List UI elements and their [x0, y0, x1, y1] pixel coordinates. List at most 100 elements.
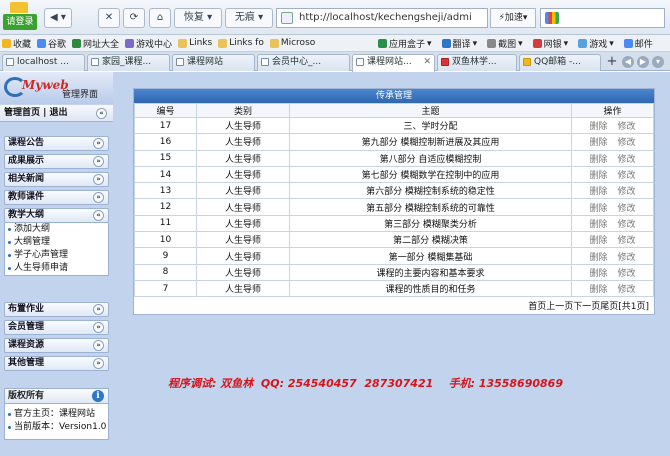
menu-courseware[interactable]: 教师课件 » — [4, 190, 109, 205]
cell-topic: 第五部分 模糊控制系统的可靠性 — [289, 198, 572, 216]
edit-link[interactable]: 修改 — [618, 122, 636, 132]
browser-toolbar: 请登录 ◀ ▾ ✕ ⟳ ⌂ 恢复 ▾ 无痕 ▾ http://localhost… — [0, 0, 670, 35]
edit-link[interactable]: 修改 — [618, 204, 636, 214]
cell-actions: 删除 修改 — [571, 247, 654, 265]
chevron-down-icon: » — [93, 358, 104, 369]
sidebar: Myweb 管理界面 管理首页 | 退出 « 课程公告 » 成果展示 » 相关新闻 »… — [0, 72, 113, 456]
tab-member-center[interactable]: 会员中心_... — [257, 54, 350, 71]
edit-link[interactable]: 修改 — [618, 285, 636, 295]
edit-link[interactable]: 修改 — [618, 220, 636, 230]
bookmark-favorites[interactable]: 收藏 — [2, 37, 31, 50]
menu-label: 相关新闻 — [8, 174, 45, 184]
scroll-tabs-right-icon[interactable]: ▶ — [637, 56, 649, 68]
delete-link[interactable]: 删除 — [589, 187, 607, 197]
chevron-down-icon: » — [93, 192, 104, 203]
restore-button[interactable]: 恢复 ▾ — [174, 8, 222, 28]
menu-resources[interactable]: 课程资源 » — [4, 338, 109, 353]
pagination[interactable]: 首页上一页下一页尾页[共1页] — [133, 299, 655, 315]
tab-localhost[interactable]: localhost ... — [2, 54, 85, 71]
cell-category: 人生导师 — [196, 182, 290, 200]
search-input[interactable] — [540, 8, 665, 28]
back-button[interactable]: ◀ ▾ — [44, 8, 72, 28]
cell-actions: 删除 修改 — [571, 279, 654, 298]
bookmark-links-fo[interactable]: Links fo — [218, 38, 264, 48]
edit-link[interactable]: 修改 — [618, 155, 636, 165]
delete-link[interactable]: 删除 — [589, 138, 607, 148]
scroll-tabs-left-icon[interactable]: ◀ — [622, 56, 634, 68]
screenshot-button[interactable]: 截图 ▾ — [487, 37, 523, 50]
bookmark-links[interactable]: Links — [178, 38, 212, 48]
collapse-sidebar-icon[interactable]: « — [96, 108, 107, 119]
close-tab-icon[interactable]: ✕ — [423, 55, 431, 70]
menu-achievements[interactable]: 成果展示 » — [4, 154, 109, 169]
edit-link[interactable]: 修改 — [618, 138, 636, 148]
bookmark-label: Links fo — [229, 38, 264, 48]
bookmark-games[interactable]: 游戏中心 — [125, 37, 172, 50]
official-site-link[interactable]: 官方主页：课程网站 — [5, 408, 108, 421]
menu-syllabus[interactable]: 教学大纲 « — [4, 208, 109, 223]
edit-link[interactable]: 修改 — [618, 236, 636, 246]
delete-link[interactable]: 删除 — [589, 236, 607, 246]
edit-link[interactable]: 修改 — [618, 171, 636, 181]
edit-link[interactable]: 修改 — [618, 269, 636, 279]
menu-members[interactable]: 会员管理 » — [4, 320, 109, 335]
tab-home[interactable]: 家园_课程... — [87, 54, 170, 71]
toolbar-label: 游戏 — [589, 40, 608, 50]
menu-assignments[interactable]: 布置作业 » — [4, 302, 109, 317]
address-bar[interactable]: http://localhost/kechengsheji/admi — [276, 8, 488, 28]
column-header-id: 编号 — [134, 103, 197, 118]
apps-icon — [378, 39, 387, 48]
new-tab-icon[interactable]: + — [606, 55, 618, 68]
table-row: 8 人生导师 课程的主要内容和基本要求 删除 修改 — [134, 263, 654, 281]
app-box-button[interactable]: 应用盒子 ▾ — [378, 37, 432, 50]
bookmark-sites[interactable]: 网址大全 — [72, 37, 119, 50]
page-icon — [441, 58, 449, 66]
delete-link[interactable]: 删除 — [589, 155, 607, 165]
menu-other[interactable]: 其他管理 » — [4, 356, 109, 371]
delete-link[interactable]: 删除 — [589, 122, 607, 132]
page-icon — [6, 58, 14, 66]
delete-link[interactable]: 删除 — [589, 285, 607, 295]
submenu-add-outline[interactable]: 添加大纲 — [5, 223, 108, 236]
submenu-outline-management[interactable]: 大纲管理 — [5, 236, 108, 249]
edit-link[interactable]: 修改 — [618, 187, 636, 197]
cell-topic: 第六部分 模糊控制系统的稳定性 — [289, 182, 572, 200]
cell-topic: 课程的性质目的和任务 — [289, 279, 572, 298]
bookmark-microsoft[interactable]: Microso — [269, 38, 315, 48]
refresh-button[interactable]: ⟳ — [123, 8, 145, 28]
game-button[interactable]: 游戏 ▾ — [578, 37, 614, 50]
translate-button[interactable]: 翻译 ▾ — [441, 37, 477, 50]
chevron-up-icon: « — [93, 210, 104, 221]
delete-link[interactable]: 删除 — [589, 253, 607, 263]
menu-news[interactable]: 相关新闻 » — [4, 172, 109, 187]
edit-link[interactable]: 修改 — [618, 253, 636, 263]
menu-announcements[interactable]: 课程公告 » — [4, 136, 109, 151]
tab-course-site[interactable]: 课程网站 — [172, 54, 255, 71]
tab-course-site-active[interactable]: 课程网站... ✕ — [352, 54, 435, 72]
delete-link[interactable]: 删除 — [589, 171, 607, 181]
home-logout-links[interactable]: 管理首页 | 退出 — [4, 108, 68, 118]
incognito-button[interactable]: 无痕 ▾ — [225, 8, 273, 28]
delete-link[interactable]: 删除 — [589, 204, 607, 214]
refresh-icon: ⟳ — [129, 12, 139, 23]
menu-label: 其他管理 — [8, 358, 45, 368]
bookmark-label: 游戏中心 — [136, 39, 173, 50]
mail-button[interactable]: 邮件 — [623, 37, 653, 50]
submenu-student-voice[interactable]: 学子心声管理 — [5, 249, 108, 262]
bookmark-google[interactable]: 谷歌 — [37, 37, 66, 50]
stop-button[interactable]: ✕ — [98, 8, 120, 28]
submenu-mentor-application[interactable]: 人生导师申请 — [5, 262, 108, 275]
tab-qq-mail[interactable]: QQ邮箱 -... — [519, 54, 601, 71]
accelerate-button[interactable]: ⚡加速▾ — [490, 8, 536, 28]
home-button[interactable]: ⌂ — [149, 8, 171, 28]
chevron-down-icon: » — [93, 156, 104, 167]
tab-shuangyulin[interactable]: 双鱼林学... — [437, 54, 517, 71]
table-header-row: 编号 类别 主题 操作 — [134, 103, 654, 118]
delete-link[interactable]: 删除 — [589, 269, 607, 279]
login-button[interactable]: 请登录 — [3, 14, 37, 30]
tab-menu-icon[interactable]: ▾ — [652, 56, 664, 68]
delete-link[interactable]: 删除 — [589, 220, 607, 230]
bank-button[interactable]: 网银 ▾ — [532, 37, 568, 50]
column-header-category: 类别 — [196, 103, 290, 118]
toolbar-label: 翻译 — [452, 40, 471, 50]
